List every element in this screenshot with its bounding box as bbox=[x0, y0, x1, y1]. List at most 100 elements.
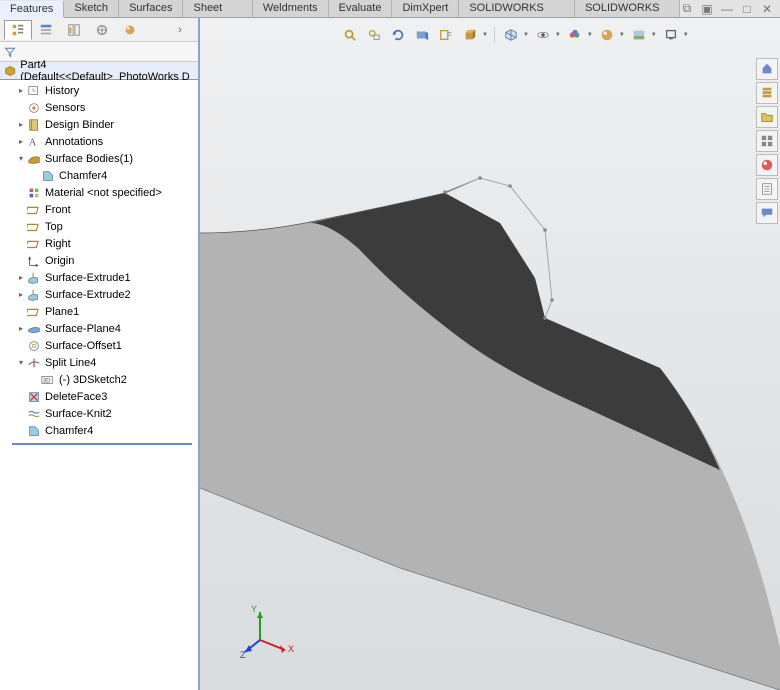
dropdown-arrow-icon[interactable]: ▼ bbox=[683, 32, 689, 38]
hide-show-items-button[interactable] bbox=[565, 25, 585, 45]
doc-new-window-button[interactable]: ▣ bbox=[700, 2, 714, 16]
tree-item-design-binder[interactable]: ▸Design Binder bbox=[0, 116, 198, 133]
tree-item-chamfer4[interactable]: Chamfer4 bbox=[0, 422, 198, 439]
zoom-to-area-button[interactable] bbox=[364, 25, 384, 45]
minimize-button[interactable]: — bbox=[720, 2, 734, 16]
knit-icon bbox=[26, 407, 42, 421]
tree-item-label: Chamfer4 bbox=[45, 425, 93, 437]
tree-item-surface-plane4[interactable]: ▸ Surface-Plane4 bbox=[0, 320, 198, 337]
tab-sketch[interactable]: Sketch bbox=[64, 0, 119, 17]
task-pane bbox=[756, 58, 780, 224]
tree-item-right[interactable]: Right bbox=[0, 235, 198, 252]
tree-item-history[interactable]: ▸History bbox=[0, 82, 198, 99]
solidworks-resources-button[interactable] bbox=[756, 58, 778, 80]
appearances-button[interactable] bbox=[756, 154, 778, 176]
tree-item-surface-extrude2[interactable]: ▸Surface-Extrude2 bbox=[0, 286, 198, 303]
plane-icon bbox=[26, 237, 42, 251]
apply-scene-button[interactable] bbox=[629, 25, 649, 45]
dropdown-arrow-icon[interactable]: ▼ bbox=[619, 32, 625, 38]
display-manager-tab[interactable] bbox=[116, 20, 144, 40]
tab-evaluate[interactable]: Evaluate bbox=[329, 0, 393, 17]
expand-manager-button[interactable]: › bbox=[166, 20, 194, 40]
expander-icon[interactable]: ▸ bbox=[16, 273, 26, 282]
tab-solidworks-add-ins[interactable]: SOLIDWORKS Add-Ins bbox=[459, 0, 575, 17]
manager-tabs: › bbox=[0, 18, 198, 42]
expander-icon[interactable]: ▸ bbox=[16, 290, 26, 299]
tree-item-label: Plane1 bbox=[45, 306, 79, 318]
tab-sheet-metal[interactable]: Sheet Metal bbox=[183, 0, 252, 17]
tree-item-label: Material <not specified> bbox=[45, 187, 162, 199]
plane-icon bbox=[26, 305, 42, 319]
tab-weldments[interactable]: Weldments bbox=[253, 0, 329, 17]
svg-text:Z: Z bbox=[240, 650, 246, 660]
expander-icon[interactable]: ▸ bbox=[16, 137, 26, 146]
dropdown-arrow-icon[interactable]: ▼ bbox=[523, 32, 529, 38]
dynamic-annotation-button[interactable] bbox=[436, 25, 456, 45]
tree-item--3dsketch2[interactable]: 3D(-) 3DSketch2 bbox=[0, 371, 198, 388]
tree-item-deleteface3[interactable]: DeleteFace3 bbox=[0, 388, 198, 405]
part-icon bbox=[4, 64, 16, 78]
previous-view-button[interactable] bbox=[388, 25, 408, 45]
tree-item-material-not-specified-[interactable]: Material <not specified> bbox=[0, 184, 198, 201]
tree-item-plane1[interactable]: Plane1 bbox=[0, 303, 198, 320]
chamfer-icon bbox=[40, 169, 56, 183]
dimxpert-manager-tab[interactable] bbox=[88, 20, 116, 40]
feature-manager-tab[interactable] bbox=[4, 20, 32, 40]
section-view-button[interactable] bbox=[412, 25, 432, 45]
delface-icon bbox=[26, 390, 42, 404]
doc-restore-button[interactable]: ⧉ bbox=[680, 2, 694, 16]
tree-item-top[interactable]: Top bbox=[0, 218, 198, 235]
tree-item-annotations[interactable]: ▸AAnnotations bbox=[0, 133, 198, 150]
dropdown-arrow-icon[interactable]: ▼ bbox=[651, 32, 657, 38]
tree-item-surface-knit2[interactable]: Surface-Knit2 bbox=[0, 405, 198, 422]
design-library-button[interactable] bbox=[756, 82, 778, 104]
tree-item-surface-extrude1[interactable]: ▸Surface-Extrude1 bbox=[0, 269, 198, 286]
expander-icon[interactable]: ▾ bbox=[16, 358, 26, 367]
view-triad[interactable]: X Y Z bbox=[240, 600, 300, 660]
tab-solidworks-mbd[interactable]: SOLIDWORKS MBD bbox=[575, 0, 680, 17]
material-icon bbox=[26, 186, 42, 200]
view-palette-button[interactable] bbox=[756, 130, 778, 152]
maximize-button[interactable]: □ bbox=[740, 2, 754, 16]
expander-icon[interactable]: ▸ bbox=[16, 324, 26, 333]
property-manager-tab[interactable] bbox=[32, 20, 60, 40]
tree-item-label: Surface-Plane4 bbox=[45, 323, 121, 335]
dropdown-arrow-icon[interactable]: ▼ bbox=[587, 32, 593, 38]
3d-drawing-button[interactable] bbox=[460, 25, 480, 45]
svg-text:A: A bbox=[29, 137, 37, 148]
rollback-bar[interactable] bbox=[12, 443, 192, 445]
surfextrude-icon bbox=[26, 271, 42, 285]
dropdown-arrow-icon[interactable]: ▼ bbox=[555, 32, 561, 38]
expander-icon[interactable]: ▾ bbox=[16, 154, 26, 163]
tab-features[interactable]: Features bbox=[0, 1, 64, 18]
tab-dimxpert[interactable]: DimXpert bbox=[392, 0, 459, 17]
file-explorer-button[interactable] bbox=[756, 106, 778, 128]
configuration-manager-tab[interactable] bbox=[60, 20, 88, 40]
view-settings-button[interactable] bbox=[661, 25, 681, 45]
custom-properties-button[interactable] bbox=[756, 178, 778, 200]
expander-icon[interactable]: ▸ bbox=[16, 86, 26, 95]
history-icon bbox=[26, 84, 42, 98]
expander-icon[interactable]: ▸ bbox=[16, 120, 26, 129]
feature-tree: ▸HistorySensors▸Design Binder▸AAnnotatio… bbox=[0, 80, 198, 690]
close-button[interactable]: ✕ bbox=[760, 2, 774, 16]
zoom-to-fit-button[interactable] bbox=[340, 25, 360, 45]
model-surface bbox=[200, 18, 780, 690]
part-root-node[interactable]: Part4 (Default<<Default>_PhotoWorks D bbox=[0, 62, 198, 80]
tab-surfaces[interactable]: Surfaces bbox=[119, 0, 183, 17]
display-style-button[interactable] bbox=[533, 25, 553, 45]
svg-text:X: X bbox=[288, 644, 294, 654]
dropdown-arrow-icon[interactable]: ▼ bbox=[482, 32, 488, 38]
tree-item-chamfer4[interactable]: Chamfer4 bbox=[0, 167, 198, 184]
tree-item-surface-offset1[interactable]: Surface-Offset1 bbox=[0, 337, 198, 354]
graphics-viewport[interactable]: ◂ X Y Z bbox=[200, 18, 780, 690]
tree-item-front[interactable]: Front bbox=[0, 201, 198, 218]
tree-item-sensors[interactable]: Sensors bbox=[0, 99, 198, 116]
tree-item-origin[interactable]: Origin bbox=[0, 252, 198, 269]
plane-icon bbox=[26, 220, 42, 234]
tree-item-split-line4[interactable]: ▾Split Line4 bbox=[0, 354, 198, 371]
view-orientation-button[interactable] bbox=[501, 25, 521, 45]
tree-item-surface-bodies-1-[interactable]: ▾Surface Bodies(1) bbox=[0, 150, 198, 167]
solidworks-forum-button[interactable] bbox=[756, 202, 778, 224]
edit-appearance-button[interactable] bbox=[597, 25, 617, 45]
